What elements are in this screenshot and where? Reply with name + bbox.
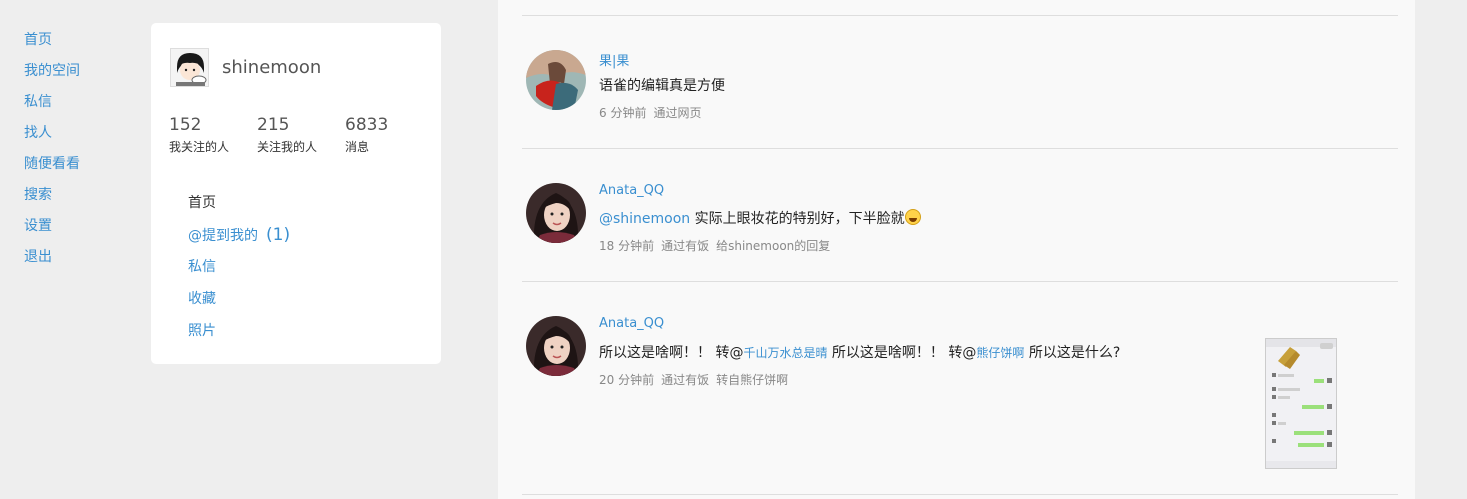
post-text-part: 所以这是啥啊！！ 转@ bbox=[827, 345, 977, 361]
post-time[interactable]: 20 分钟前 bbox=[599, 373, 654, 387]
mentions-count-badge: (1) bbox=[266, 225, 291, 245]
mention-link[interactable]: 千山万水总是晴 bbox=[743, 346, 827, 360]
post-source: 通过有饭 bbox=[661, 373, 710, 387]
stat-following[interactable]: 152 我关注的人 bbox=[169, 115, 257, 155]
card-menu: 首页 @提到我的 (1) 私信 收藏 照片 bbox=[188, 193, 290, 353]
stat-following-count: 152 bbox=[169, 115, 202, 135]
post-text: 所以这是啥啊！！ 转@千山万水总是晴 所以这是啥啊！！ 转@熊仔饼啊 所以这是什… bbox=[599, 342, 1120, 362]
card-menu-favorites[interactable]: 收藏 bbox=[188, 289, 290, 321]
left-nav: 首页 我的空间 私信 找人 随便看看 搜索 设置 退出 bbox=[24, 31, 134, 279]
nav-logout[interactable]: 退出 bbox=[24, 248, 134, 279]
post-avatar[interactable] bbox=[526, 183, 586, 243]
nav-find-people[interactable]: 找人 bbox=[24, 124, 134, 155]
nav-my-space[interactable]: 我的空间 bbox=[24, 62, 134, 93]
nav-messages[interactable]: 私信 bbox=[24, 93, 134, 124]
stat-messages-count: 6833 bbox=[345, 115, 389, 135]
post-source: 通过有饭 bbox=[661, 239, 710, 253]
repost-source-link[interactable]: 转自熊仔饼啊 bbox=[716, 373, 788, 387]
post-text: 语雀的编辑真是方便 bbox=[599, 78, 725, 94]
card-menu-home[interactable]: 首页 bbox=[188, 193, 290, 225]
post-text-part: 所以这是什么? bbox=[1024, 345, 1121, 361]
stat-followers-count: 215 bbox=[257, 115, 290, 135]
stat-followers-label: 关注我的人 bbox=[257, 140, 318, 154]
laughing-emoji-icon bbox=[904, 209, 921, 225]
post-meta: 18 分钟前 通过有饭 给shinemoon的回复 bbox=[599, 237, 837, 254]
divider bbox=[522, 15, 1398, 16]
post-source: 通过网页 bbox=[653, 106, 702, 120]
mention-link[interactable]: @shinemoon bbox=[599, 211, 690, 227]
nav-search[interactable]: 搜索 bbox=[24, 186, 134, 217]
divider bbox=[522, 494, 1398, 495]
stat-following-label: 我关注的人 bbox=[169, 140, 230, 154]
post-text: @shinemoon 实际上眼妆花的特别好，下半脸就 bbox=[599, 208, 921, 228]
profile-username[interactable]: shinemoon bbox=[222, 57, 321, 78]
post-author[interactable]: Anata_QQ bbox=[599, 183, 664, 198]
card-menu-messages[interactable]: 私信 bbox=[188, 257, 290, 289]
stat-messages-label: 消息 bbox=[345, 140, 370, 154]
reply-to-link[interactable]: 给shinemoon的回复 bbox=[716, 239, 830, 253]
post-meta: 20 分钟前 通过有饭 转自熊仔饼啊 bbox=[599, 371, 795, 388]
post-text-part: 所以这是啥啊！！ 转@ bbox=[599, 345, 744, 361]
post-meta: 6 分钟前 通过网页 bbox=[599, 104, 708, 121]
card-menu-photos[interactable]: 照片 bbox=[188, 321, 290, 353]
stat-messages[interactable]: 6833 消息 bbox=[345, 115, 433, 155]
divider bbox=[522, 148, 1398, 149]
card-menu-mentions-label: @提到我的 bbox=[188, 228, 258, 244]
avatar[interactable] bbox=[170, 48, 209, 87]
nav-browse[interactable]: 随便看看 bbox=[24, 155, 134, 186]
post-time[interactable]: 18 分钟前 bbox=[599, 239, 654, 253]
nav-settings[interactable]: 设置 bbox=[24, 217, 134, 248]
post-author[interactable]: Anata_QQ bbox=[599, 316, 664, 331]
card-menu-mentions[interactable]: @提到我的 (1) bbox=[188, 225, 290, 257]
profile-stats: 152 我关注的人 215 关注我的人 6833 消息 bbox=[169, 115, 433, 155]
nav-home[interactable]: 首页 bbox=[24, 31, 134, 62]
stat-followers[interactable]: 215 关注我的人 bbox=[257, 115, 345, 155]
profile-card: shinemoon 152 我关注的人 215 关注我的人 6833 消息 首页… bbox=[151, 23, 441, 364]
divider bbox=[522, 281, 1398, 282]
mention-link[interactable]: 熊仔饼啊 bbox=[976, 346, 1024, 360]
post-time[interactable]: 6 分钟前 bbox=[599, 106, 646, 120]
post-author[interactable]: 果|果 bbox=[599, 50, 629, 69]
post-image-thumbnail[interactable] bbox=[1265, 338, 1337, 469]
post-text-body: 实际上眼妆花的特别好，下半脸就 bbox=[690, 211, 905, 227]
timeline: 果|果 语雀的编辑真是方便 6 分钟前 通过网页 Anata_QQ @shinem… bbox=[498, 0, 1415, 499]
post-avatar[interactable] bbox=[526, 50, 586, 110]
post-avatar[interactable] bbox=[526, 316, 586, 376]
